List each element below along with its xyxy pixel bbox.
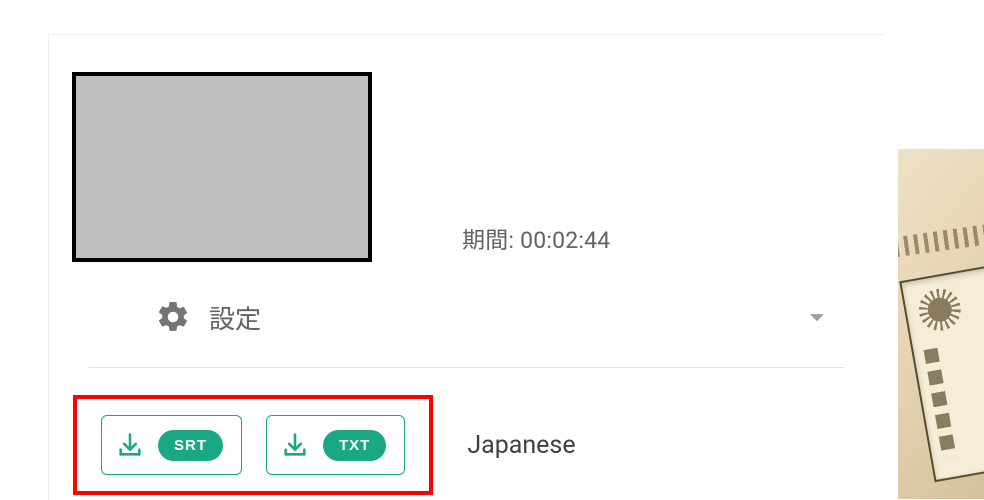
download-srt-button[interactable]: SRT [101,415,242,475]
language-label: Japanese [467,431,575,460]
media-card: 期間: 00:02:44 設定 SRT [48,34,884,500]
video-thumbnail[interactable] [72,72,372,262]
settings-label: 設定 [209,299,261,336]
page-root: 期間: 00:02:44 設定 SRT [0,0,984,500]
duration-value: 00:02:44 [520,227,610,254]
side-preview-image [898,149,984,499]
settings-expander[interactable]: 設定 [89,291,844,368]
download-txt-button[interactable]: TXT [266,415,405,475]
duration-label: 期間: 00:02:44 [462,221,610,255]
download-format-pill: TXT [323,430,386,461]
gear-icon [155,299,191,335]
download-format-pill: SRT [158,430,223,461]
downloads-area: SRT TXT Japanese [73,395,576,495]
download-icon [281,431,309,459]
chevron-down-icon [800,300,834,334]
download-icon [116,431,144,459]
duration-key: 期間 [462,227,508,254]
download-highlight: SRT TXT [73,395,433,495]
